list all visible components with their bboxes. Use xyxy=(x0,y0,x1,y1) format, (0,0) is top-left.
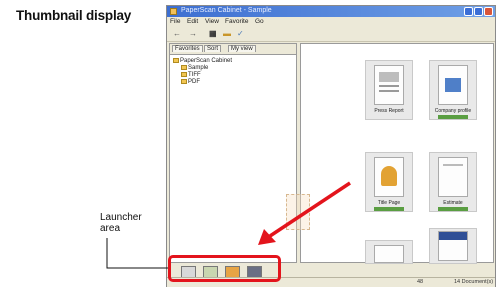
red-arrow-head xyxy=(258,229,276,245)
red-arrow-line xyxy=(269,181,351,238)
callout-leader-line xyxy=(106,238,168,269)
annotation-overlay xyxy=(106,181,351,269)
